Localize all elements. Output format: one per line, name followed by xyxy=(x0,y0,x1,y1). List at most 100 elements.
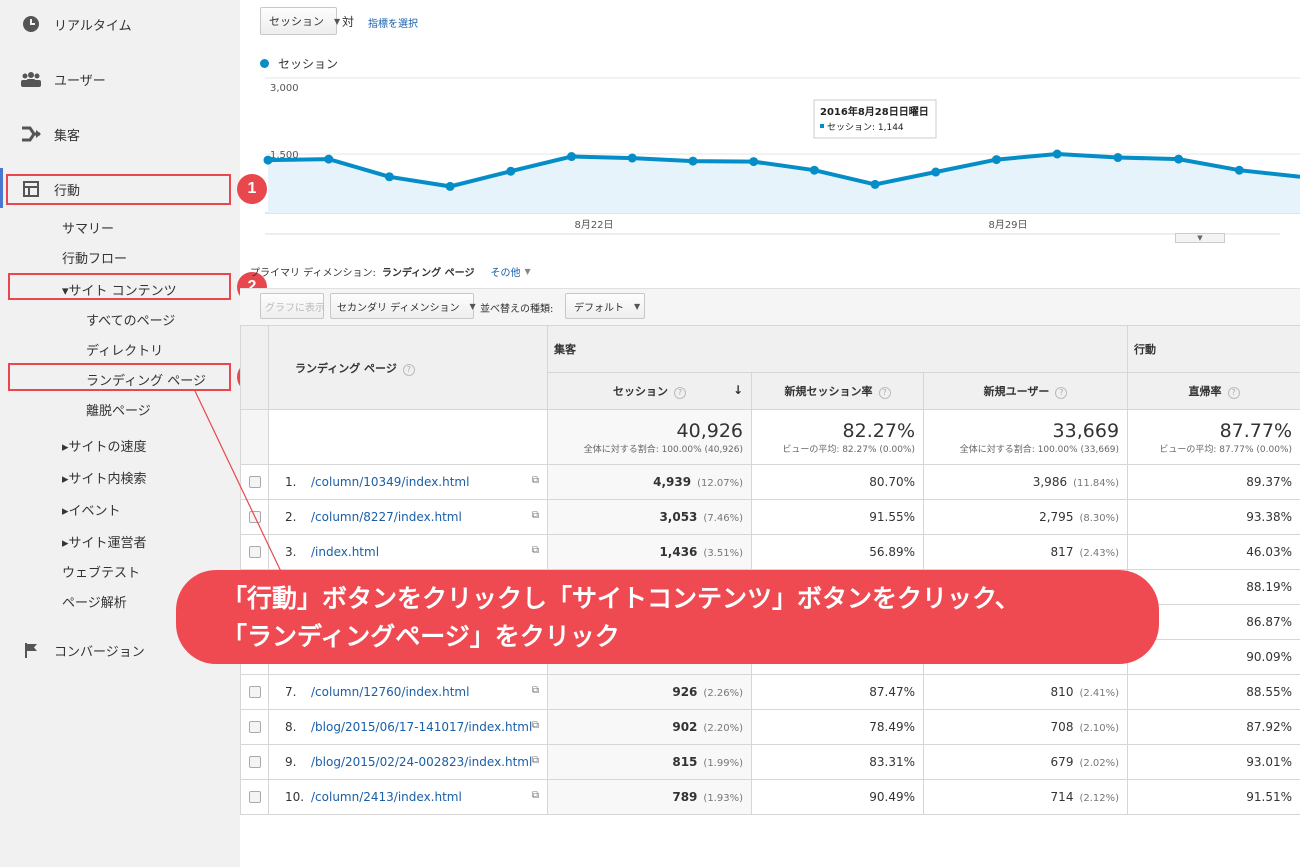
sort-type-select[interactable]: デフォルト ▼ xyxy=(565,293,645,319)
open-new-window-icon[interactable]: ⧉ xyxy=(532,475,539,486)
total-bounce: 87.77% xyxy=(1219,419,1293,442)
help-icon[interactable]: ? xyxy=(674,387,686,399)
row-new-users: 817 xyxy=(1050,545,1074,559)
caret-down-icon: ▼ xyxy=(469,301,476,311)
row-sessions: 815 xyxy=(672,755,698,769)
callout-line-2: 「ランディングページ」をクリック xyxy=(222,622,620,651)
total-new-users: 33,669 xyxy=(1052,419,1120,442)
row-new-rate: 78.49% xyxy=(751,709,924,745)
data-point[interactable] xyxy=(445,181,455,191)
row-sessions-pct: (1.93%) xyxy=(703,793,743,804)
data-point[interactable] xyxy=(1174,154,1184,164)
data-point[interactable] xyxy=(809,165,819,175)
sort-desc-icon: ↓ xyxy=(732,383,743,397)
row-bounce: 46.03% xyxy=(1127,534,1300,570)
data-point[interactable] xyxy=(506,166,516,176)
row-sessions-pct: (7.46%) xyxy=(703,513,743,524)
new-users-header[interactable]: 新規ユーザー? xyxy=(922,372,1129,410)
row-sessions: 789 xyxy=(672,790,698,804)
row-new-users-pct: (2.43%) xyxy=(1079,548,1120,559)
row-new-users: 2,795 xyxy=(1039,510,1074,524)
callout-line-1: 「行動」ボタンをクリックし「サイトコンテンツ」ボタンをクリック、 xyxy=(222,584,1020,613)
open-new-window-icon[interactable]: ⧉ xyxy=(532,510,539,521)
row-bounce: 93.38% xyxy=(1127,499,1300,535)
total-new-users-sub: 全体に対する割合: 100.00% (33,669) xyxy=(959,444,1120,455)
row-sessions-pct: (2.26%) xyxy=(703,688,743,699)
data-point[interactable] xyxy=(749,157,759,167)
data-point[interactable] xyxy=(991,155,1001,165)
callout-pointer xyxy=(194,390,286,581)
row-new-users: 708 xyxy=(1050,720,1074,734)
open-new-window-icon[interactable]: ⧉ xyxy=(532,685,539,696)
row-bounce: 87.92% xyxy=(1127,709,1300,745)
row-sessions: 902 xyxy=(672,720,698,734)
chart-tooltip: 2016年8月28日日曜日 セッション: 1,144 xyxy=(813,99,937,139)
row-sessions: 4,939 xyxy=(653,475,692,489)
dimension-other-link[interactable]: その他 xyxy=(490,264,520,279)
open-new-window-icon[interactable]: ⧉ xyxy=(532,720,539,731)
data-point[interactable] xyxy=(567,152,577,162)
row-sessions: 926 xyxy=(672,685,698,699)
caret-down-icon: ▼ xyxy=(634,301,641,311)
row-new-rate: 91.55% xyxy=(751,499,924,535)
row-bounce: 89.37% xyxy=(1127,464,1300,500)
row-sessions-pct: (1.99%) xyxy=(703,758,743,769)
total-new-rate: 82.27% xyxy=(842,419,915,442)
tooltip-swatch xyxy=(820,124,824,128)
row-new-rate: 56.89% xyxy=(751,534,924,570)
row-new-users-pct: (11.84%) xyxy=(1073,478,1120,489)
help-icon[interactable]: ? xyxy=(878,387,891,399)
new-session-rate-header[interactable]: 新規セッション率? xyxy=(751,372,924,410)
sort-type-label: 並べ替えの種類: xyxy=(480,304,554,315)
help-icon[interactable]: ? xyxy=(402,363,415,376)
row-new-users: 3,986 xyxy=(1032,475,1068,489)
data-point[interactable] xyxy=(931,167,941,177)
row-new-users-pct: (2.41%) xyxy=(1079,688,1120,699)
row-bounce: 91.51% xyxy=(1127,779,1300,815)
data-point[interactable] xyxy=(1234,165,1244,175)
total-sessions-sub: 全体に対する割合: 100.00% (40,926) xyxy=(583,444,743,455)
row-new-users-pct: (2.10%) xyxy=(1079,723,1120,734)
row-sessions-pct: (3.51%) xyxy=(703,548,743,559)
data-point[interactable] xyxy=(1113,153,1123,163)
row-sessions: 1,436 xyxy=(659,545,698,559)
row-new-rate: 80.70% xyxy=(751,464,924,500)
help-icon[interactable]: ? xyxy=(1055,387,1068,399)
row-sessions: 3,053 xyxy=(659,510,698,524)
row-new-users-pct: (2.02%) xyxy=(1079,758,1120,769)
row-new-rate: 83.31% xyxy=(751,744,924,780)
row-new-users: 810 xyxy=(1050,685,1074,699)
total-sessions: 40,926 xyxy=(676,419,743,442)
tooltip-value: セッション: 1,144 xyxy=(827,122,904,133)
total-bounce-sub: ビューの平均: 87.77% (0.00%) xyxy=(1159,444,1293,455)
total-new-rate-sub: ビューの平均: 82.27% (0.00%) xyxy=(782,444,915,455)
row-sessions-pct: (12.07%) xyxy=(697,478,743,489)
row-bounce: 88.55% xyxy=(1127,674,1300,710)
sort-type-value: デフォルト xyxy=(574,302,624,314)
acquisition-group-header: 集客 xyxy=(546,325,1129,373)
data-point[interactable] xyxy=(688,156,698,166)
data-point[interactable] xyxy=(1052,149,1062,159)
data-point[interactable] xyxy=(870,179,880,189)
bounce-rate-header[interactable]: 直帰率? xyxy=(1127,372,1300,410)
row-bounce: 93.01% xyxy=(1127,744,1300,780)
row-sessions-pct: (2.20%) xyxy=(703,723,743,734)
behavior-group-header: 行動 xyxy=(1127,325,1300,373)
caret-down-icon: ▼ xyxy=(524,267,531,276)
chart-resize-handle[interactable]: ▼ xyxy=(1175,233,1225,243)
data-point[interactable] xyxy=(627,153,637,163)
open-new-window-icon[interactable]: ⧉ xyxy=(532,545,539,556)
x-label-aug22: 8月22日 xyxy=(574,219,613,231)
sessions-header[interactable]: セッション? ↓ xyxy=(547,372,752,410)
row-new-users-pct: (2.12%) xyxy=(1079,793,1120,804)
row-new-users: 679 xyxy=(1050,755,1074,769)
help-icon[interactable]: ? xyxy=(1227,387,1240,399)
row-new-rate: 87.47% xyxy=(751,674,924,710)
tooltip-date: 2016年8月28日日曜日 xyxy=(820,105,929,118)
open-new-window-icon[interactable]: ⧉ xyxy=(532,755,539,766)
row-new-users: 714 xyxy=(1050,790,1074,804)
open-new-window-icon[interactable]: ⧉ xyxy=(532,790,539,801)
instruction-callout: 「行動」ボタンをクリックし「サイトコンテンツ」ボタンをクリック、 「ランディング… xyxy=(176,570,1159,664)
row-new-rate: 90.49% xyxy=(751,779,924,815)
x-label-aug29: 8月29日 xyxy=(988,219,1027,231)
